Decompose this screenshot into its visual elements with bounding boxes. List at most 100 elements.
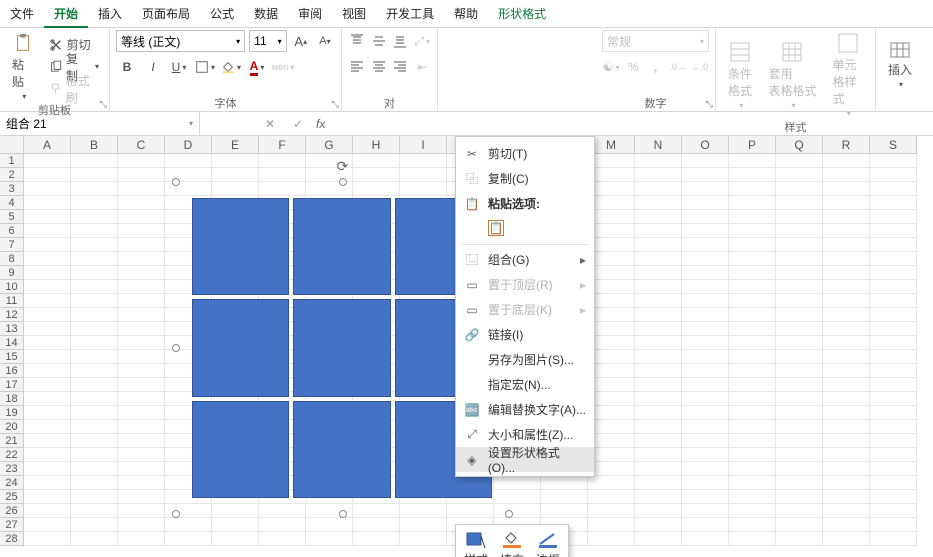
italic-button[interactable]: I — [142, 56, 164, 78]
cell[interactable] — [24, 420, 71, 434]
row-header[interactable]: 3 — [0, 182, 24, 196]
cell[interactable] — [635, 280, 682, 294]
col-header[interactable]: B — [71, 136, 118, 154]
cell[interactable] — [870, 336, 917, 350]
cell[interactable] — [635, 252, 682, 266]
ctx-assign-macro[interactable]: 指定宏(N)... — [456, 372, 594, 397]
indent-button[interactable]: ⇤ — [413, 56, 431, 78]
insert-cells-button[interactable]: 插入▾ — [882, 35, 918, 91]
col-header[interactable]: O — [682, 136, 729, 154]
cell[interactable] — [635, 434, 682, 448]
cell[interactable] — [729, 294, 776, 308]
cell[interactable] — [24, 322, 71, 336]
cell[interactable] — [24, 182, 71, 196]
align-middle-button[interactable] — [370, 30, 388, 52]
cell[interactable] — [118, 532, 165, 546]
cell[interactable] — [682, 476, 729, 490]
cell[interactable] — [729, 406, 776, 420]
cell[interactable] — [682, 336, 729, 350]
cell[interactable] — [353, 518, 400, 532]
cell[interactable] — [24, 462, 71, 476]
fill-color-button[interactable]: ▾ — [220, 56, 242, 78]
tab-shape-format[interactable]: 形状格式 — [488, 0, 556, 28]
cell[interactable] — [823, 336, 870, 350]
resize-handle[interactable] — [172, 510, 180, 518]
cell[interactable] — [24, 504, 71, 518]
cell[interactable] — [682, 448, 729, 462]
cell[interactable] — [635, 448, 682, 462]
font-color-button[interactable]: A▾ — [246, 56, 268, 78]
cell[interactable] — [71, 336, 118, 350]
tab-layout[interactable]: 页面布局 — [132, 0, 200, 28]
cell[interactable] — [71, 266, 118, 280]
cell[interactable] — [635, 504, 682, 518]
cell[interactable] — [118, 182, 165, 196]
ctx-bring-to-front[interactable]: ▭置于顶层(R)▸ — [456, 272, 594, 297]
cell[interactable] — [71, 252, 118, 266]
cell[interactable] — [776, 266, 823, 280]
cell[interactable] — [165, 532, 212, 546]
cell[interactable] — [588, 238, 635, 252]
tab-home[interactable]: 开始 — [44, 0, 88, 28]
cell[interactable] — [118, 392, 165, 406]
cell[interactable] — [635, 238, 682, 252]
col-header[interactable]: I — [400, 136, 447, 154]
border-button[interactable]: ▾ — [194, 56, 216, 78]
cell[interactable] — [870, 518, 917, 532]
cell[interactable] — [823, 280, 870, 294]
cell[interactable] — [24, 518, 71, 532]
cell[interactable] — [870, 280, 917, 294]
cell[interactable] — [870, 490, 917, 504]
row-header[interactable]: 26 — [0, 504, 24, 518]
cell[interactable] — [588, 462, 635, 476]
resize-handle[interactable] — [339, 510, 347, 518]
number-launcher[interactable]: ⤡ — [706, 99, 713, 110]
cell[interactable] — [588, 350, 635, 364]
col-header[interactable]: N — [635, 136, 682, 154]
row-header[interactable]: 20 — [0, 420, 24, 434]
cell[interactable] — [729, 434, 776, 448]
cell[interactable] — [635, 378, 682, 392]
tab-review[interactable]: 审阅 — [288, 0, 332, 28]
cell[interactable] — [71, 154, 118, 168]
cell[interactable] — [823, 210, 870, 224]
cell[interactable] — [71, 392, 118, 406]
row-header[interactable]: 28 — [0, 532, 24, 546]
currency-button[interactable]: ☯▾ — [602, 56, 620, 78]
align-right-button[interactable] — [392, 56, 410, 78]
cell[interactable] — [588, 420, 635, 434]
cell[interactable] — [776, 238, 823, 252]
spreadsheet-grid[interactable]: ABCDEFGHIJKLMNOPQRS 12345678910111213141… — [0, 136, 933, 557]
cell[interactable] — [682, 504, 729, 518]
ctx-format-shape[interactable]: ◈设置形状格式(O)... — [456, 447, 594, 472]
tab-view[interactable]: 视图 — [332, 0, 376, 28]
row-header[interactable]: 4 — [0, 196, 24, 210]
cell[interactable] — [24, 154, 71, 168]
cell[interactable] — [118, 378, 165, 392]
cell[interactable] — [353, 154, 400, 168]
cell[interactable] — [729, 518, 776, 532]
cell[interactable] — [870, 476, 917, 490]
cell[interactable] — [729, 308, 776, 322]
row-header[interactable]: 17 — [0, 378, 24, 392]
cell[interactable] — [588, 378, 635, 392]
cell[interactable] — [776, 196, 823, 210]
cell[interactable] — [588, 294, 635, 308]
cell[interactable] — [24, 308, 71, 322]
cell[interactable] — [588, 252, 635, 266]
cell[interactable] — [682, 322, 729, 336]
cell[interactable] — [682, 406, 729, 420]
cell[interactable] — [776, 224, 823, 238]
cell[interactable] — [870, 406, 917, 420]
cell[interactable] — [71, 364, 118, 378]
cell[interactable] — [870, 182, 917, 196]
cell[interactable] — [24, 476, 71, 490]
tab-insert[interactable]: 插入 — [88, 0, 132, 28]
cell[interactable] — [588, 434, 635, 448]
col-header[interactable]: C — [118, 136, 165, 154]
cell[interactable] — [682, 490, 729, 504]
cell[interactable] — [588, 406, 635, 420]
cell[interactable] — [24, 350, 71, 364]
cell[interactable] — [588, 476, 635, 490]
cell[interactable] — [682, 462, 729, 476]
